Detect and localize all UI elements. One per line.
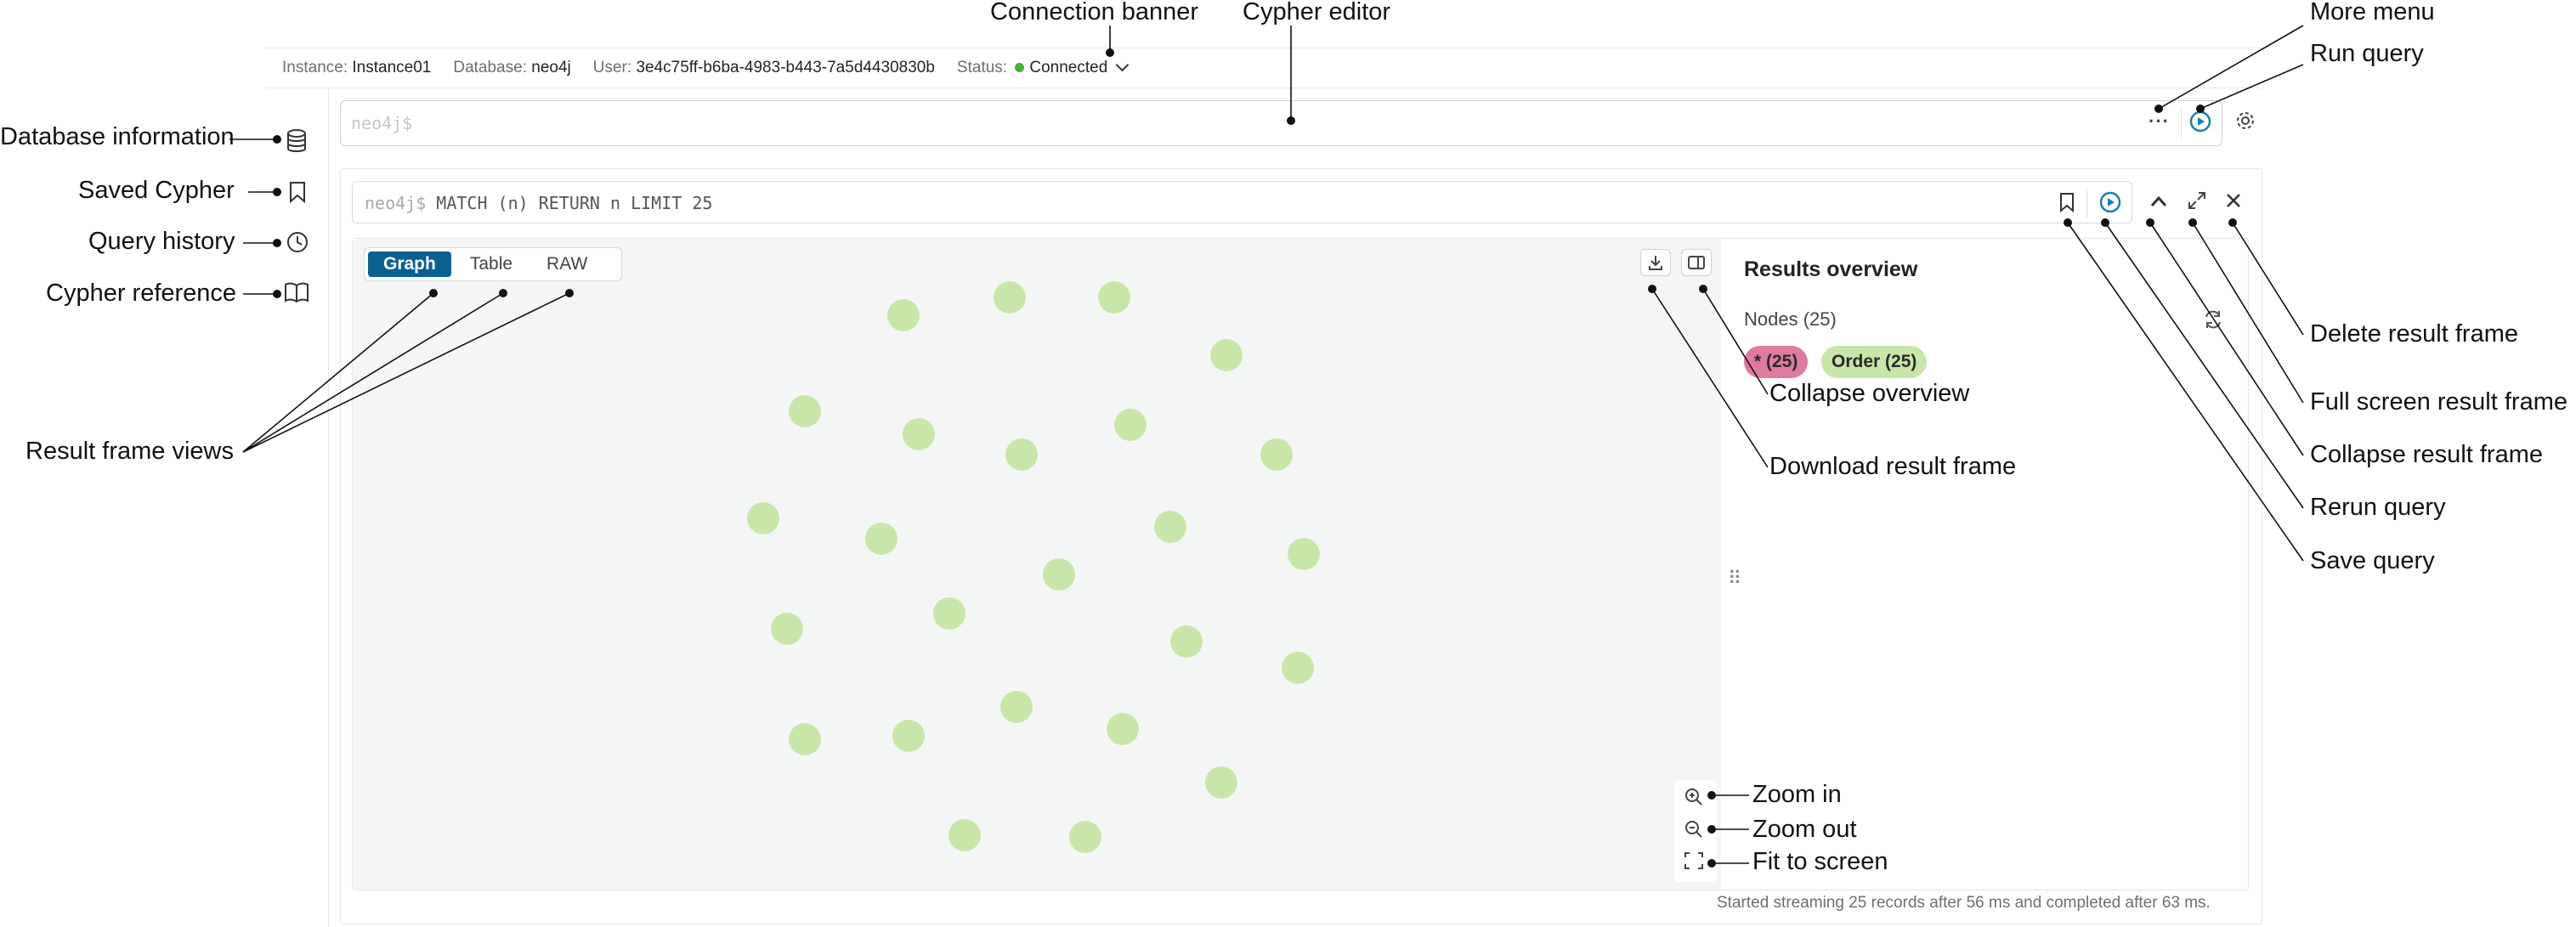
- callout-full-screen-result-frame: Full screen result frame: [2310, 388, 2568, 415]
- callout-zoom-out: Zoom out: [1752, 816, 1857, 843]
- callout-run-query: Run query: [2310, 40, 2424, 67]
- callout-collapse-result-frame: Collapse result frame: [2310, 441, 2543, 468]
- callout-lines: [229, 25, 2304, 868]
- callout-more-menu: More menu: [2310, 0, 2435, 25]
- callout-database-information: Database information: [0, 123, 235, 150]
- callout-cypher-editor: Cypher editor: [1243, 0, 1391, 25]
- callout-delete-result-frame: Delete result frame: [2310, 320, 2518, 348]
- callout-fit-to-screen: Fit to screen: [1752, 848, 1888, 875]
- callout-result-frame-views: Result frame views: [25, 438, 234, 465]
- callout-download-result-frame: Download result frame: [1769, 453, 2017, 480]
- callout-connection-banner: Connection banner: [990, 0, 1199, 25]
- callout-save-query: Save query: [2310, 547, 2435, 574]
- callout-rerun-query: Rerun query: [2310, 494, 2446, 521]
- callout-query-history: Query history: [88, 228, 235, 255]
- callout-cypher-reference: Cypher reference: [46, 280, 237, 307]
- callout-saved-cypher: Saved Cypher: [78, 177, 235, 204]
- callout-zoom-in: Zoom in: [1752, 781, 1842, 808]
- callout-collapse-overview: Collapse overview: [1769, 380, 1970, 407]
